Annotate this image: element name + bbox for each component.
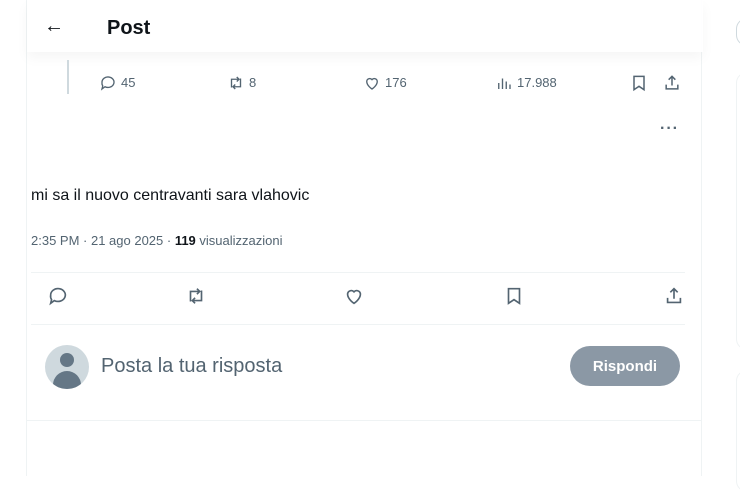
post-header: ← Post [27,0,703,52]
parent-like-count: 176 [385,75,407,90]
avatar[interactable] [45,345,89,389]
reply-action-icon[interactable] [47,285,69,312]
parent-views-button[interactable]: 17.988 [495,74,557,92]
bookmark-action-icon[interactable] [503,285,525,312]
views-chart-icon [498,78,511,89]
divider [31,272,685,273]
tweet-timestamp[interactable]: 2:35 PM · 21 ago 2025 · [31,233,175,248]
tweet-text: mi sa il nuovo centravanti sara vlahovic [31,187,310,204]
parent-share-icon[interactable] [662,73,682,98]
parent-repost-count: 8 [249,75,257,90]
post-column: ← Post 45 8 176 17.988 ··· mi sa il nuov… [26,0,703,476]
parent-like-button[interactable]: 176 [363,74,407,92]
more-options-icon[interactable]: ··· [660,120,679,138]
heart-icon [366,77,378,90]
parent-reply-count: 45 [121,75,136,90]
divider [27,420,701,421]
avatar-body [53,371,81,389]
divider [31,324,685,325]
reply-icon [100,76,115,91]
share-action-icon[interactable] [663,285,685,312]
parent-reply-button[interactable]: 45 [99,74,135,92]
parent-bookmark-icon[interactable] [629,73,649,98]
sidebar-card [736,72,740,350]
tweet-views-label: visualizzazioni [195,233,283,248]
thread-connector-line [67,60,69,94]
reply-input[interactable]: Posta la tua risposta [101,352,282,380]
search-box[interactable] [736,18,740,46]
reply-button[interactable]: Rispondi [570,346,680,386]
tweet-meta: 2:35 PM · 21 ago 2025 · 119 visualizzazi… [31,232,283,250]
back-arrow-icon[interactable]: ← [44,15,64,37]
tweet-view-count: 119 [174,233,196,248]
page-title: Post [107,17,151,39]
sidebar-card [736,370,740,492]
parent-views-count: 17.988 [517,75,557,90]
repost-action-icon[interactable] [185,285,207,312]
avatar-head [60,353,74,367]
parent-repost-button[interactable]: 8 [227,74,256,92]
like-action-icon[interactable] [343,285,365,312]
repost-icon [230,76,242,90]
